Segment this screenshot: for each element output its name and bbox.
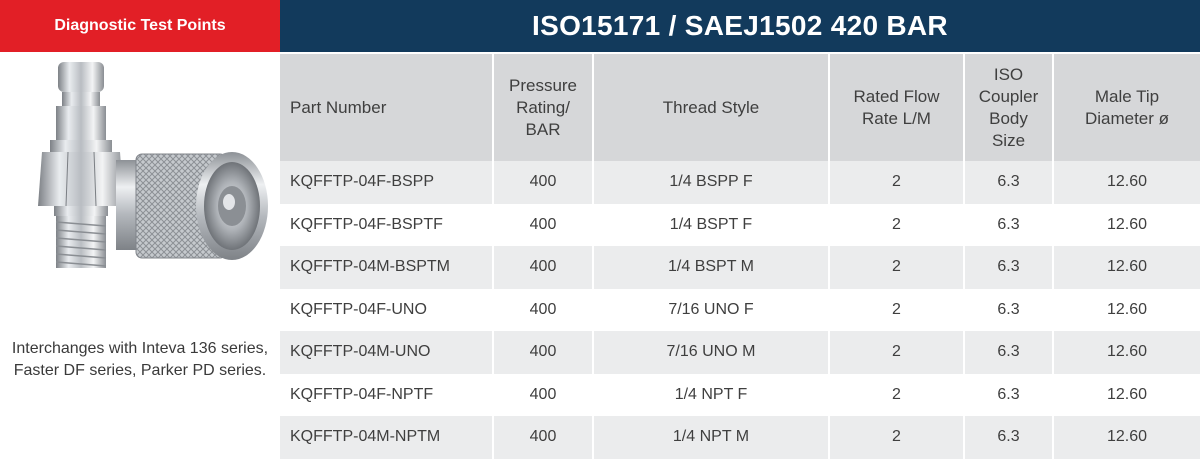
table-row: KQFFTP-04F-NPTF 400 1/4 NPT F 2 6.3 12.6… [280,373,1200,416]
header-pressure-rating: Pressure Rating/ BAR [492,52,593,161]
cell-pressure-rating: 400 [492,246,593,289]
cell-male-tip-diameter: 12.60 [1052,373,1200,416]
cell-part-number: KQFFTP-04F-BSPP [280,161,493,204]
table-header-row: Part Number Pressure Rating/ BAR Thread … [280,52,1200,161]
cell-pressure-rating: 400 [492,373,593,416]
hydraulic-test-coupling-icon [20,60,270,290]
cell-part-number: KQFFTP-04M-BSPTM [280,246,493,289]
cell-rated-flow: 2 [828,161,964,204]
cell-part-number: KQFFTP-04F-UNO [280,288,493,331]
cell-pressure-rating: 400 [492,203,593,246]
cell-iso-coupler-size: 6.3 [963,288,1053,331]
header-rated-flow: Rated Flow Rate L/M [828,52,964,161]
cell-thread-style: 7/16 UNO M [592,331,829,374]
table-row: KQFFTP-04M-NPTM 400 1/4 NPT M 2 6.3 12.6… [280,416,1200,459]
cell-iso-coupler-size: 6.3 [963,246,1053,289]
table-row: KQFFTP-04M-UNO 400 7/16 UNO M 2 6.3 12.6… [280,331,1200,374]
header-part-number: Part Number [280,52,493,161]
cell-male-tip-diameter: 12.60 [1052,416,1200,459]
cell-part-number: KQFFTP-04F-NPTF [280,373,493,416]
cell-pressure-rating: 400 [492,288,593,331]
cell-male-tip-diameter: 12.60 [1052,331,1200,374]
cell-rated-flow: 2 [828,416,964,459]
table-row: KQFFTP-04F-BSPTF 400 1/4 BSPT F 2 6.3 12… [280,203,1200,246]
cell-thread-style: 1/4 NPT F [592,373,829,416]
cell-iso-coupler-size: 6.3 [963,203,1053,246]
header-male-tip-diameter: Male Tip Diameter ø [1052,52,1200,161]
cell-male-tip-diameter: 12.60 [1052,203,1200,246]
left-panel: Diagnostic Test Points Interchanges with… [0,0,280,460]
cell-thread-style: 1/4 BSPP F [592,161,829,204]
category-badge: Diagnostic Test Points [0,0,280,52]
cell-thread-style: 7/16 UNO F [592,288,829,331]
cell-iso-coupler-size: 6.3 [963,416,1053,459]
header-iso-coupler-size: ISO Coupler Body Size [963,52,1053,161]
cell-part-number: KQFFTP-04F-BSPTF [280,203,493,246]
cell-pressure-rating: 400 [492,161,593,204]
cell-iso-coupler-size: 6.3 [963,331,1053,374]
page-title: ISO15171 / SAEJ1502 420 BAR [280,0,1200,52]
parts-table: Part Number Pressure Rating/ BAR Thread … [280,52,1200,459]
cell-thread-style: 1/4 NPT M [592,416,829,459]
cell-thread-style: 1/4 BSPT M [592,246,829,289]
cell-iso-coupler-size: 6.3 [963,373,1053,416]
cell-pressure-rating: 400 [492,416,593,459]
table-row: KQFFTP-04F-UNO 400 7/16 UNO F 2 6.3 12.6… [280,288,1200,331]
cell-rated-flow: 2 [828,246,964,289]
table-row: KQFFTP-04F-BSPP 400 1/4 BSPP F 2 6.3 12.… [280,161,1200,204]
cell-male-tip-diameter: 12.60 [1052,161,1200,204]
cell-thread-style: 1/4 BSPT F [592,203,829,246]
cell-iso-coupler-size: 6.3 [963,161,1053,204]
cell-part-number: KQFFTP-04M-NPTM [280,416,493,459]
cell-part-number: KQFFTP-04M-UNO [280,331,493,374]
interchange-caption: Interchanges with Inteva 136 series, Fas… [11,340,269,379]
cell-rated-flow: 2 [828,203,964,246]
product-spec-sheet: Diagnostic Test Points Interchanges with… [0,0,1200,460]
header-thread-style: Thread Style [592,52,829,161]
cell-rated-flow: 2 [828,373,964,416]
cell-rated-flow: 2 [828,331,964,374]
cell-pressure-rating: 400 [492,331,593,374]
table-row: KQFFTP-04M-BSPTM 400 1/4 BSPT M 2 6.3 12… [280,246,1200,289]
cell-rated-flow: 2 [828,288,964,331]
cell-male-tip-diameter: 12.60 [1052,288,1200,331]
cell-male-tip-diameter: 12.60 [1052,246,1200,289]
